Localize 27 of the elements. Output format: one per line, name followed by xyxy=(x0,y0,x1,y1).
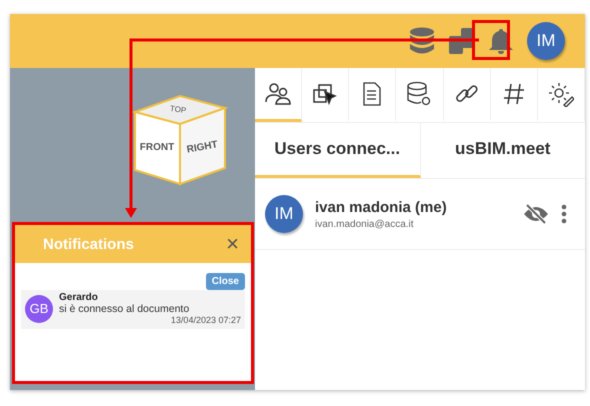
user-email: ivan.madonia@acca.it xyxy=(315,218,415,230)
users-icon xyxy=(264,82,292,106)
user-avatar: IM xyxy=(265,195,303,233)
view-cube-drawing[interactable]: TOP FRONT RIGHT xyxy=(130,90,230,186)
tool-tab[interactable] xyxy=(255,68,302,122)
select-icon xyxy=(312,82,338,106)
close-button[interactable]: × xyxy=(226,233,239,255)
user-avatar: GB xyxy=(25,294,53,322)
panels-icon[interactable] xyxy=(449,28,475,54)
hash-icon xyxy=(502,82,526,106)
notification-item[interactable]: GB Gerardo si è connesso al documento 13/04/2023 07:27 xyxy=(21,290,245,329)
database-icon[interactable] xyxy=(409,27,435,55)
document-icon xyxy=(362,82,382,106)
notification-message: si è connesso al documento xyxy=(59,303,190,315)
panel-title: Notifications xyxy=(43,236,134,252)
notification-time: 13/04/2023 07:27 xyxy=(170,315,241,325)
more-icon[interactable] xyxy=(561,204,567,224)
bell-icon[interactable] xyxy=(489,28,513,54)
panel-tab[interactable]: usBIM.meet xyxy=(420,123,585,178)
user-avatar[interactable]: IM xyxy=(527,22,565,60)
settings-icon xyxy=(548,80,574,106)
eye-slash-icon[interactable] xyxy=(523,204,549,224)
panel-tab[interactable]: Users connec... xyxy=(255,123,420,178)
user-name: ivan madonia (me) xyxy=(315,198,448,216)
database-settings-icon xyxy=(406,80,432,106)
sender-name: Gerardo xyxy=(59,292,99,303)
highlight-box xyxy=(472,20,510,60)
